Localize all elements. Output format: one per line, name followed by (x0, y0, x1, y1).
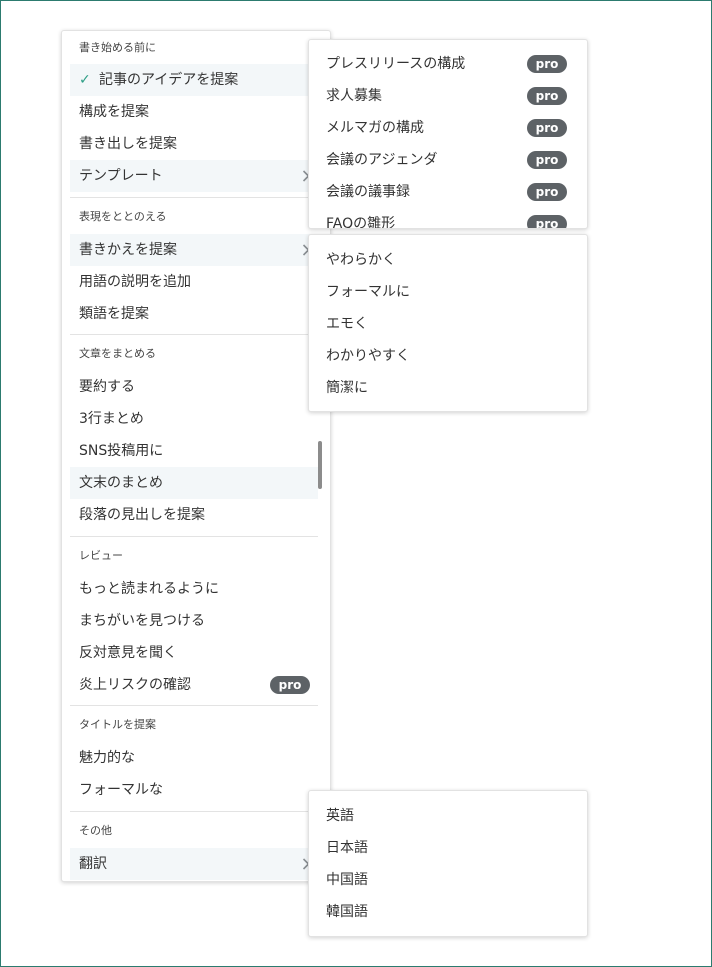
menu-item-label: 書き出しを提案 (79, 136, 177, 152)
menu-item-three-line-summary[interactable]: 3行まとめ (70, 403, 318, 435)
pro-badge: pro (527, 119, 567, 137)
menu-item-closing-summary[interactable]: 文末のまとめ (70, 467, 318, 499)
pro-badge: pro (527, 215, 567, 228)
menu-item-label: SNS投稿用に (79, 443, 164, 459)
submenu-item-label: やわらかく (326, 252, 396, 268)
menu-item-label: 構成を提案 (79, 104, 149, 120)
submenu-item-label: 求人募集 (326, 88, 382, 104)
ai-assist-menu: 書き始める前に ✓ 記事のアイデアを提案 構成を提案 書き出しを提案 テンプレート… (61, 30, 331, 882)
submenu-item-label: わかりやすく (326, 348, 410, 364)
menu-item-label: 書きかえを提案 (79, 242, 177, 258)
menu-item-attractive-title[interactable]: 魅力的な (70, 742, 318, 774)
menu-item-find-mistakes[interactable]: まちがいを見つける (70, 605, 318, 637)
section-header-summarize: 文章をまとめる (79, 347, 156, 360)
menu-item-label: 反対意見を聞く (79, 645, 177, 661)
section-header-other: その他 (79, 824, 112, 837)
submenu-item-label: メルマガの構成 (326, 120, 424, 136)
submenu-item-label: 簡潔に (326, 380, 368, 396)
section-divider (70, 197, 318, 198)
pro-badge: pro (527, 151, 567, 169)
submenu-item-concise[interactable]: 簡潔に (317, 372, 579, 404)
menu-item-rewrite[interactable]: 書きかえを提案 (70, 234, 318, 266)
menu-item-structure[interactable]: 構成を提案 (70, 96, 318, 128)
submenu-item-newsletter[interactable]: メルマガの構成 pro (317, 112, 579, 144)
submenu-item-chinese[interactable]: 中国語 (317, 864, 579, 896)
menu-item-label: フォーマルな (79, 782, 163, 798)
menu-item-article-idea[interactable]: ✓ 記事のアイデアを提案 (70, 64, 318, 96)
menu-item-label: 文末のまとめ (79, 475, 163, 491)
submenu-item-faq-template[interactable]: FAQの雛形 pro (317, 208, 579, 229)
submenu-item-label: 中国語 (326, 872, 368, 888)
menu-item-sns-post[interactable]: SNS投稿用に (70, 435, 318, 467)
menu-item-add-term-explanation[interactable]: 用語の説明を追加 (70, 266, 318, 298)
menu-item-label: 要約する (79, 379, 135, 395)
submenu-item-label: 韓国語 (326, 904, 368, 920)
submenu-item-label: 日本語 (326, 840, 368, 856)
menu-item-flame-risk-check[interactable]: 炎上リスクの確認 pro (70, 669, 318, 701)
section-header-before-writing: 書き始める前に (79, 41, 156, 54)
translate-submenu: 英語 日本語 中国語 韓国語 (308, 790, 588, 937)
submenu-item-emotional[interactable]: エモく (317, 308, 579, 340)
submenu-item-label: 英語 (326, 808, 354, 824)
submenu-item-label: フォーマルに (326, 284, 410, 300)
menu-item-opening[interactable]: 書き出しを提案 (70, 128, 318, 160)
menu-item-label: 翻訳 (79, 856, 107, 872)
pro-badge: pro (527, 87, 567, 105)
section-header-review: レビュー (79, 549, 123, 562)
submenu-item-easier[interactable]: わかりやすく (317, 340, 579, 372)
submenu-item-japanese[interactable]: 日本語 (317, 832, 579, 864)
check-icon: ✓ (79, 72, 91, 88)
menu-item-label: 魅力的な (79, 750, 135, 766)
submenu-item-label: 会議のアジェンダ (326, 152, 438, 168)
menu-item-label: 3行まとめ (79, 411, 144, 427)
pro-badge: pro (527, 55, 567, 73)
submenu-item-label: FAQの雛形 (326, 216, 396, 229)
section-divider (70, 334, 318, 335)
menu-item-label: テンプレート (79, 168, 163, 184)
menu-item-formal-title[interactable]: フォーマルな (70, 774, 318, 806)
submenu-item-label: エモく (326, 316, 368, 332)
menu-item-label: もっと読まれるように (79, 581, 219, 597)
submenu-item-english[interactable]: 英語 (317, 800, 579, 832)
rewrite-submenu: やわらかく フォーマルに エモく わかりやすく 簡潔に (308, 234, 588, 412)
section-header-suggest-title: タイトルを提案 (79, 718, 156, 731)
menu-item-paragraph-headings[interactable]: 段落の見出しを提案 (70, 499, 318, 531)
section-divider (70, 536, 318, 537)
submenu-item-label: プレスリリースの構成 (326, 56, 466, 72)
section-divider (70, 811, 318, 812)
submenu-item-softer[interactable]: やわらかく (317, 244, 579, 276)
menu-item-translate[interactable]: 翻訳 (70, 848, 318, 880)
menu-item-label: 記事のアイデアを提案 (99, 72, 239, 88)
submenu-item-more-formal[interactable]: フォーマルに (317, 276, 579, 308)
submenu-item-press-release[interactable]: プレスリリースの構成 pro (317, 48, 579, 80)
section-header-refine-expression: 表現をととのえる (79, 210, 167, 223)
menu-item-label: 類語を提案 (79, 306, 149, 322)
menu-item-template[interactable]: テンプレート (70, 160, 318, 192)
submenu-item-meeting-minutes[interactable]: 会議の議事録 pro (317, 176, 579, 208)
submenu-item-meeting-agenda[interactable]: 会議のアジェンダ pro (317, 144, 579, 176)
screen-frame: 書き始める前に ✓ 記事のアイデアを提案 構成を提案 書き出しを提案 テンプレート… (0, 0, 712, 967)
menu-item-counter-opinion[interactable]: 反対意見を聞く (70, 637, 318, 669)
menu-item-label: まちがいを見つける (79, 613, 205, 629)
pro-badge: pro (270, 676, 310, 694)
template-submenu: プレスリリースの構成 pro 求人募集 pro メルマガの構成 pro 会議のア… (308, 39, 588, 229)
submenu-item-korean[interactable]: 韓国語 (317, 896, 579, 928)
menu-item-summarize[interactable]: 要約する (70, 371, 318, 403)
menu-item-synonyms[interactable]: 類語を提案 (70, 298, 318, 330)
menu-item-label: 用語の説明を追加 (79, 274, 191, 290)
menu-scrollbar[interactable] (318, 441, 322, 489)
menu-item-label: 炎上リスクの確認 (79, 677, 191, 693)
menu-item-more-readable[interactable]: もっと読まれるように (70, 573, 318, 605)
menu-item-label: 段落の見出しを提案 (79, 507, 205, 523)
pro-badge: pro (527, 183, 567, 201)
section-divider (70, 705, 318, 706)
submenu-item-label: 会議の議事録 (326, 184, 410, 200)
submenu-item-job-posting[interactable]: 求人募集 pro (317, 80, 579, 112)
